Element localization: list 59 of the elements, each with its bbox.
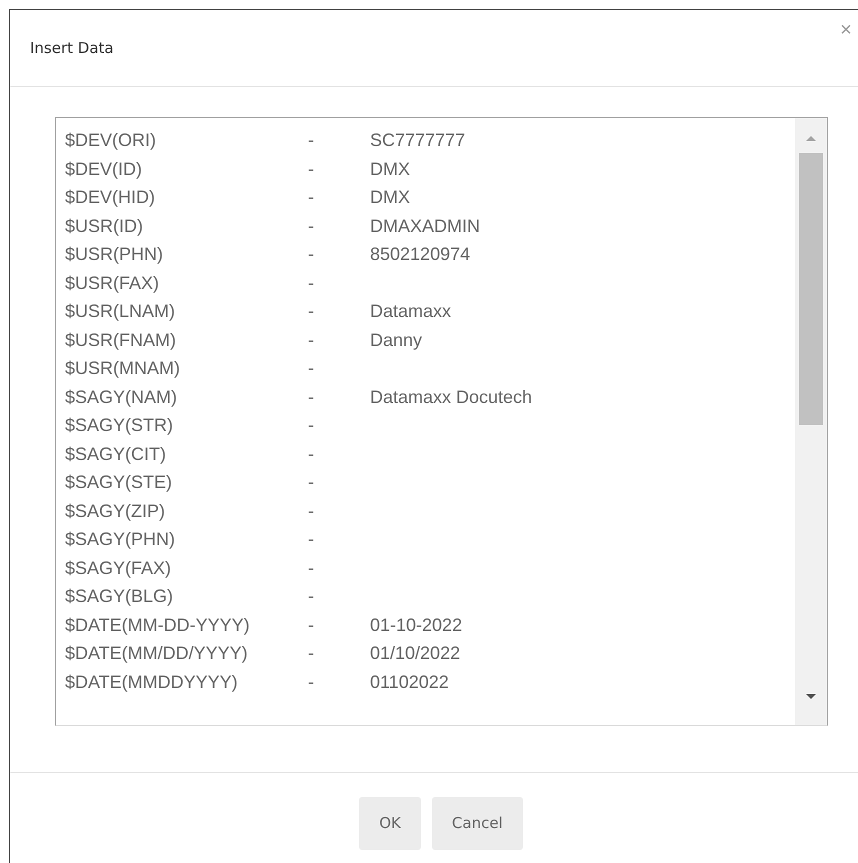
separator: -	[308, 129, 315, 152]
variable-name: $SAGY(CIT)	[65, 442, 168, 466]
variable-value: DMAXADMIN	[370, 214, 480, 238]
separator: -	[308, 300, 315, 323]
variable-value: DMX	[370, 186, 410, 209]
separator: -	[308, 528, 315, 551]
separator: -	[308, 214, 315, 238]
variable-name: $DATE(MM/DD/YYYY)	[65, 642, 249, 665]
separator: -	[308, 357, 315, 380]
close-button[interactable]: ×	[836, 20, 856, 40]
variable-name: $DEV(ID)	[65, 158, 144, 181]
variable-name: $USR(FNAM)	[65, 328, 177, 352]
separator: -	[308, 614, 315, 636]
variable-value: Datamaxx	[370, 300, 452, 323]
variable-name: $USR(ID)	[65, 214, 144, 238]
variable-value: 01-10-2022	[370, 614, 462, 636]
variable-name: $SAGY(PHN)	[65, 528, 176, 551]
variable-name: $SAGY(BLG)	[65, 585, 174, 608]
separator: -	[308, 272, 315, 294]
scroll-down-icon[interactable]	[805, 693, 817, 701]
separator: -	[308, 386, 315, 408]
separator: -	[308, 556, 315, 580]
separator: -	[308, 186, 315, 209]
scrollbar[interactable]	[795, 118, 827, 725]
separator: -	[308, 471, 315, 494]
separator: -	[308, 585, 315, 608]
variable-name: $DEV(ORI)	[65, 129, 158, 152]
dialog-button[interactable]: OK	[359, 797, 421, 850]
variable-value: 8502120974	[370, 243, 470, 266]
variable-name: $SAGY(STE)	[65, 471, 174, 494]
variable-value: SC7777777	[370, 129, 466, 152]
variable-name: $SAGY(ZIP)	[65, 500, 166, 523]
separator: -	[308, 158, 315, 180]
variable-name: $DATE(MMDDYYYY)	[65, 670, 239, 694]
separator: -	[308, 500, 315, 522]
variable-value: 01102022	[370, 670, 449, 694]
variable-name: $SAGY(STR)	[65, 414, 174, 437]
separator: -	[308, 670, 315, 694]
scrollbar-thumb[interactable]	[799, 153, 823, 425]
dialog-button[interactable]: Cancel	[432, 797, 523, 850]
variable-value: Datamaxx Docutech	[370, 386, 532, 408]
variable-value: 01/10/2022	[370, 642, 460, 665]
variable-name: $USR(LNAM)	[65, 300, 176, 323]
variable-name: $USR(PHN)	[65, 243, 164, 266]
separator: -	[308, 642, 315, 665]
separator: -	[308, 243, 315, 266]
scroll-up-icon[interactable]	[805, 134, 817, 142]
variable-name: $SAGY(NAM)	[65, 386, 178, 409]
variable-name: $DEV(HID)	[65, 186, 156, 209]
variable-name: $SAGY(FAX)	[65, 556, 172, 580]
variable-name: $USR(FAX)	[65, 272, 160, 295]
variable-value: DMX	[370, 158, 410, 180]
separator: -	[308, 328, 315, 352]
variable-name: $USR(MNAM)	[65, 357, 181, 380]
separator: -	[308, 442, 315, 466]
separator: -	[308, 414, 315, 437]
variable-value: Danny	[370, 328, 422, 352]
dialog-title: Insert Data	[30, 38, 114, 59]
variable-name: $DATE(MM-DD-YYYY)	[65, 614, 250, 637]
